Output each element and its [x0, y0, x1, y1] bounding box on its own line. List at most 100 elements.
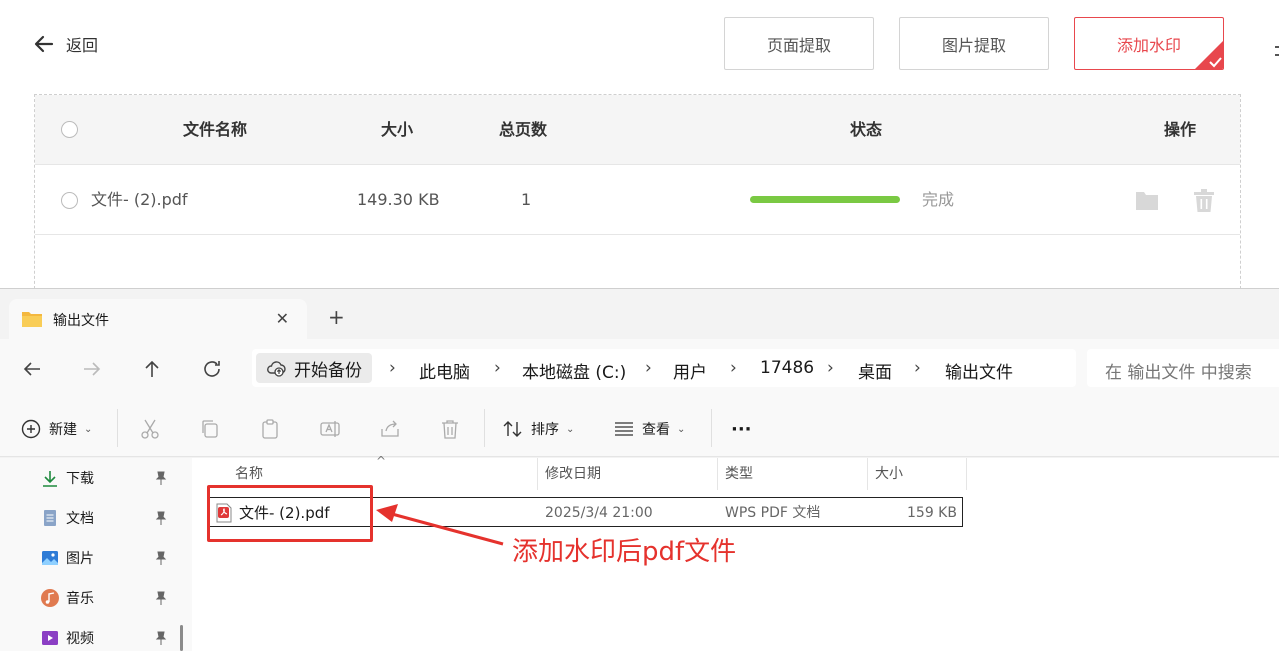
chevron-right-icon: ›	[494, 358, 501, 378]
sidebar-item-music[interactable]: 音乐	[40, 586, 94, 610]
chevron-down-icon: ⌄	[677, 423, 686, 435]
chevron-right-icon: ›	[730, 358, 737, 378]
explorer-tab[interactable]: 输出文件 ✕	[9, 299, 307, 339]
pin-icon[interactable]	[155, 511, 167, 525]
command-bar: 新建 ⌄ 排序 ⌄ 查看 ⌄ ···	[0, 399, 1279, 457]
breadcrumb-desktop[interactable]: 桌面	[858, 358, 892, 383]
breadcrumb-user-folder[interactable]: 17486	[760, 358, 814, 378]
address-bar[interactable]: 开始备份 › 此电脑 › 本地磁盘 (C:) › 用户 › 17486 › 桌面…	[252, 349, 1076, 387]
folder-icon	[22, 312, 42, 327]
add-watermark-button[interactable]: 添加水印	[1074, 17, 1224, 70]
navigation-bar: 开始备份 › 此电脑 › 本地磁盘 (C:) › 用户 › 17486 › 桌面…	[0, 339, 1279, 399]
view-label: 查看	[642, 422, 670, 438]
refresh-icon[interactable]	[200, 357, 224, 381]
add-watermark-label: 添加水印	[1116, 35, 1181, 55]
image-extract-button[interactable]: 图片提取	[899, 17, 1049, 70]
more-options-icon[interactable]: ···	[731, 418, 752, 440]
annotation-label: 添加水印后pdf文件	[512, 537, 737, 567]
divider	[711, 409, 712, 447]
forward-arrow-icon[interactable]	[80, 357, 104, 381]
close-tab-icon[interactable]: ✕	[276, 309, 289, 328]
row-status: 完成	[922, 190, 955, 209]
progress-bar	[750, 196, 900, 203]
search-input[interactable]: 在 输出文件 中搜索	[1087, 349, 1279, 387]
breadcrumb-local-disk[interactable]: 本地磁盘 (C:)	[522, 358, 626, 383]
sort-icon	[503, 421, 522, 437]
sort-label: 排序	[531, 422, 559, 438]
plus-circle-icon	[21, 419, 41, 439]
view-button[interactable]: 查看 ⌄	[613, 418, 685, 440]
cloud-backup-icon	[267, 361, 286, 377]
highlight-box	[207, 485, 373, 542]
music-icon	[41, 589, 59, 607]
breadcrumb-users[interactable]: 用户	[673, 358, 707, 383]
folder-icon[interactable]	[1135, 189, 1159, 211]
annotation-arrow-icon	[376, 504, 504, 546]
column-divider	[537, 458, 538, 490]
rename-icon[interactable]	[318, 417, 342, 441]
pin-icon[interactable]	[155, 631, 167, 645]
sidebar-item-pictures[interactable]: 图片	[40, 546, 94, 570]
column-divider	[717, 458, 718, 490]
up-arrow-icon[interactable]	[140, 357, 164, 381]
column-divider	[867, 458, 868, 490]
col-size: 大小	[381, 120, 414, 139]
new-tab-icon[interactable]: +	[328, 307, 345, 327]
navigation-pane: 下载 文档 图片 音乐 视频	[0, 458, 192, 651]
row-pages: 1	[521, 190, 532, 209]
paste-icon[interactable]	[258, 417, 282, 441]
delete-icon[interactable]	[438, 417, 462, 441]
row-size: 149.30 KB	[357, 190, 440, 209]
cut-icon[interactable]	[138, 417, 162, 441]
pin-icon[interactable]	[155, 551, 167, 565]
chevron-right-icon: ›	[645, 358, 652, 378]
sidebar-item-label: 文档	[66, 511, 94, 527]
tab-title: 输出文件	[53, 313, 109, 329]
col-status: 状态	[850, 120, 883, 139]
pin-icon[interactable]	[155, 471, 167, 485]
col-actions: 操作	[1164, 120, 1197, 139]
column-header-size[interactable]: 大小	[875, 458, 903, 490]
file-size: 159 KB	[907, 505, 957, 521]
chevron-down-icon: ⌄	[84, 423, 93, 435]
sidebar-item-label: 音乐	[66, 591, 94, 607]
back-arrow-icon[interactable]	[20, 357, 44, 381]
column-divider	[966, 458, 967, 490]
share-icon[interactable]	[378, 417, 402, 441]
row-select-radio[interactable]	[61, 192, 78, 209]
column-header-type[interactable]: 类型	[725, 458, 753, 490]
sidebar-item-documents[interactable]: 文档	[40, 506, 94, 530]
new-button[interactable]: 新建 ⌄	[20, 418, 92, 440]
selected-check-icon	[1195, 41, 1223, 69]
select-all-radio[interactable]	[61, 121, 78, 138]
breadcrumb-backup[interactable]: 开始备份	[256, 353, 372, 383]
column-header-modified[interactable]: 修改日期	[545, 458, 601, 490]
sort-button[interactable]: 排序 ⌄	[502, 418, 574, 440]
back-label: 返回	[66, 36, 99, 55]
download-icon	[43, 471, 57, 487]
sort-ascending-icon: ^	[376, 454, 387, 468]
sidebar-item-label: 下载	[66, 471, 94, 487]
divider	[117, 409, 118, 447]
divider	[484, 409, 485, 447]
row-file-name: 文件- (2).pdf	[91, 190, 188, 209]
video-icon	[42, 631, 58, 645]
breadcrumb-this-pc[interactable]: 此电脑	[419, 358, 470, 383]
sidebar-scrollbar[interactable]	[180, 625, 183, 651]
chevron-right-icon: ›	[389, 358, 396, 378]
sidebar-item-downloads[interactable]: 下载	[40, 466, 94, 490]
sidebar-item-label: 视频	[66, 631, 94, 647]
sidebar-item-videos[interactable]: 视频	[40, 626, 94, 650]
page-extract-button[interactable]: 页面提取	[724, 17, 874, 70]
breadcrumb-backup-label: 开始备份	[294, 360, 362, 381]
pin-icon[interactable]	[155, 591, 167, 605]
arrow-left-icon	[34, 35, 54, 53]
breadcrumb-output[interactable]: 输出文件	[945, 358, 1013, 383]
chevron-right-icon: ›	[827, 358, 834, 378]
back-button[interactable]: 返回	[32, 30, 98, 58]
copy-icon[interactable]	[198, 417, 222, 441]
table-row: 文件- (2).pdf 149.30 KB 1 完成	[35, 165, 1240, 235]
chevron-down-icon: ⌄	[566, 423, 575, 435]
sidebar-item-label: 图片	[66, 551, 94, 567]
trash-icon[interactable]	[1193, 189, 1215, 213]
